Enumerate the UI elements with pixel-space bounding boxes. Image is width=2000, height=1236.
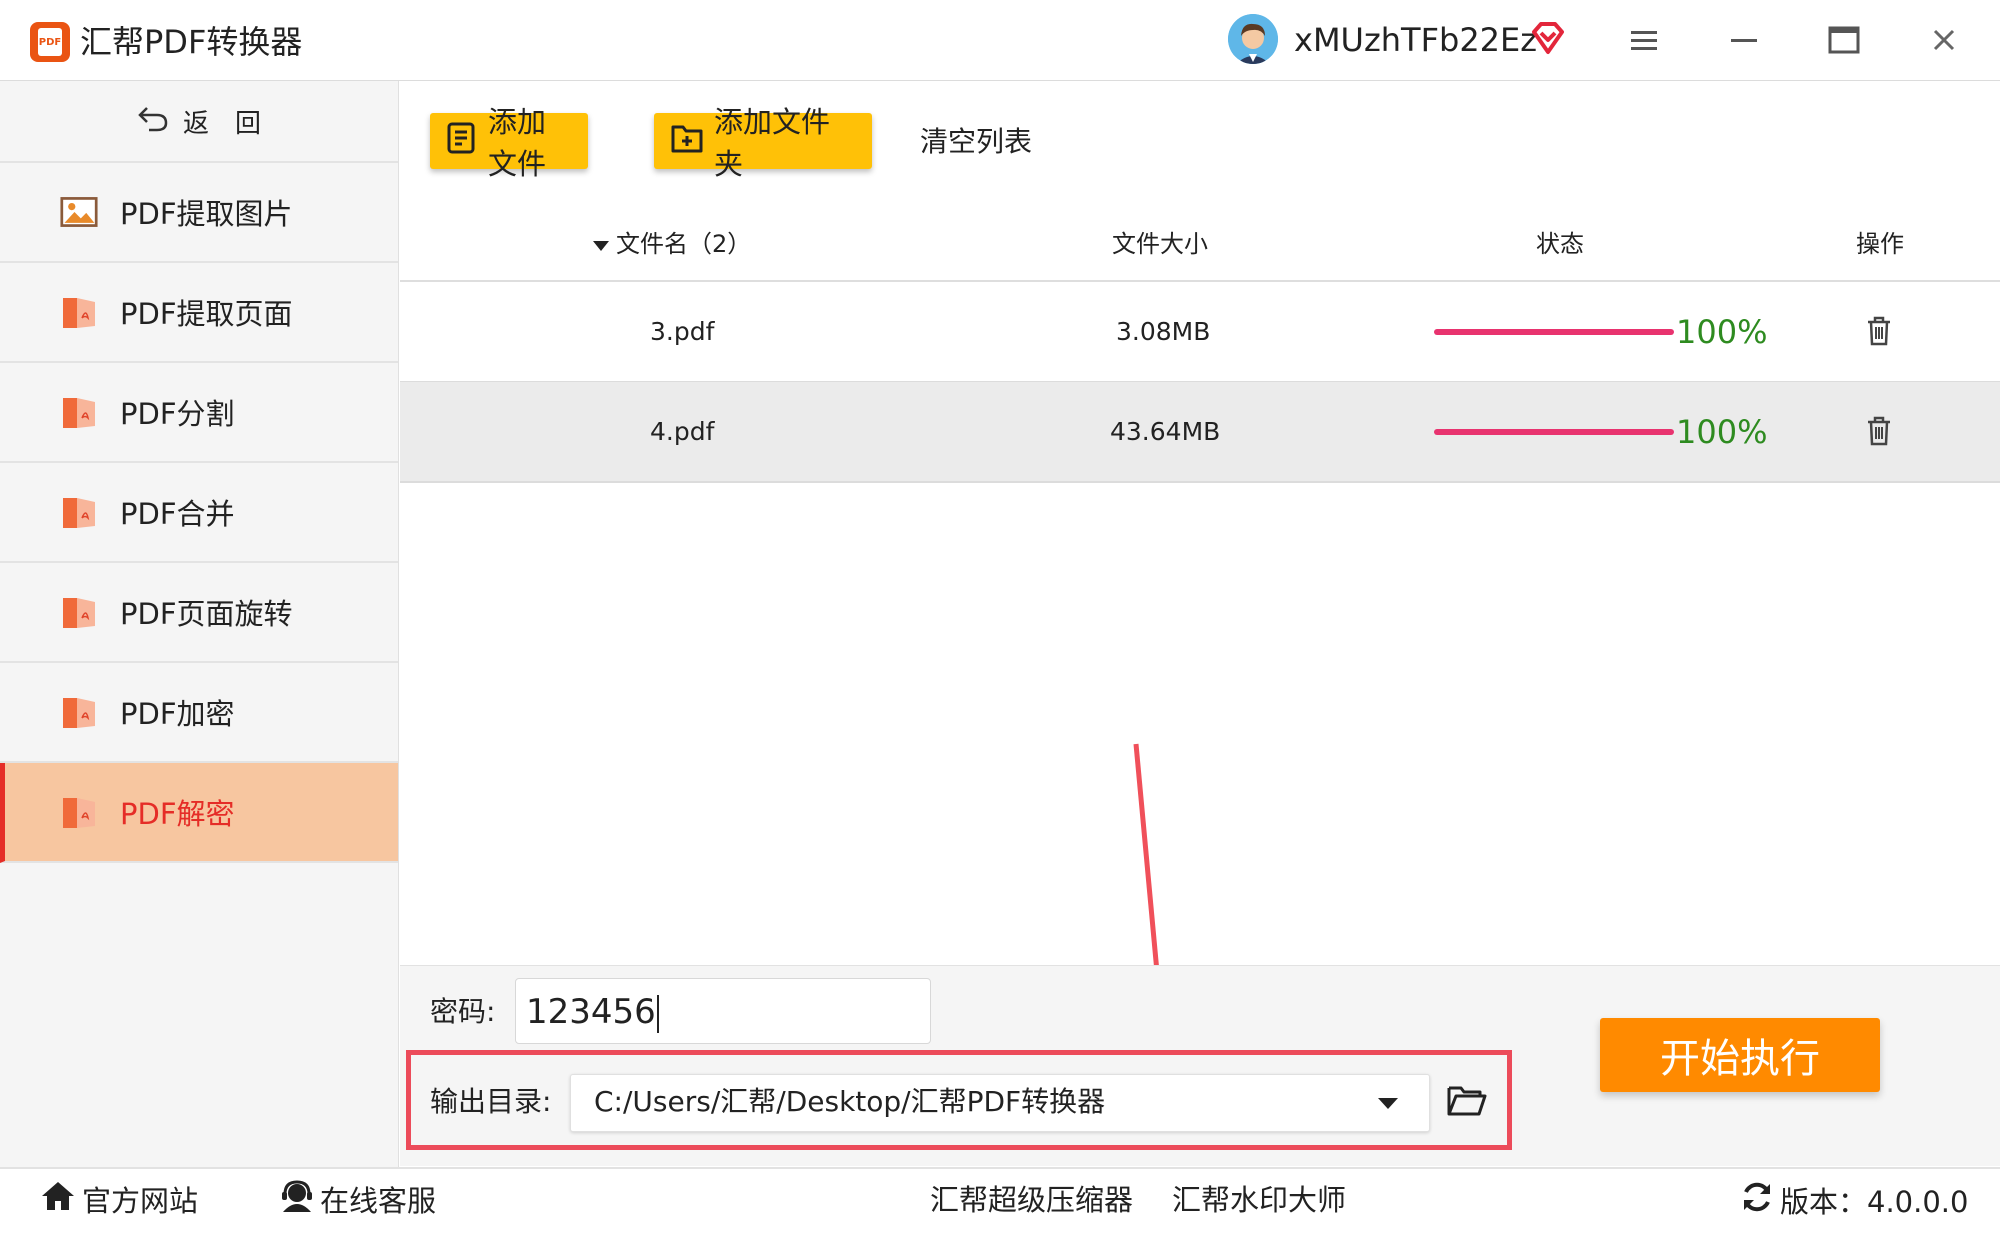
password-value: 123456 — [526, 992, 656, 1032]
progress-bar — [1434, 429, 1674, 435]
sidebar-item-label: PDF加密 — [120, 697, 235, 731]
add-folder-icon — [670, 122, 704, 161]
column-header-size: 文件大小 — [1112, 230, 1208, 258]
sidebar-item-label: PDF分割 — [120, 397, 235, 431]
progress-text: 100% — [1676, 313, 1768, 351]
official-website-link[interactable]: 官方网站 — [40, 1180, 198, 1222]
pdf-book-icon — [60, 593, 98, 631]
progress-bar — [1434, 329, 1674, 335]
version-info[interactable]: 版本：4.0.0.0 — [1740, 1180, 1968, 1224]
sidebar-item-label: PDF合并 — [120, 497, 235, 531]
refresh-icon — [1740, 1180, 1774, 1224]
online-support-label: 在线客服 — [320, 1184, 437, 1218]
file-size: 3.08MB — [1116, 317, 1211, 346]
output-dir-label: 输出目录: — [430, 1085, 552, 1118]
pdf-book-icon — [60, 693, 98, 731]
image-icon — [60, 193, 98, 231]
add-file-label: 添加文件 — [488, 105, 547, 181]
sidebar-item-pdf-merge[interactable]: PDF合并 — [0, 463, 398, 563]
sidebar-item-pdf-decrypt[interactable]: PDF解密 — [0, 763, 398, 863]
pdf-book-icon — [60, 293, 98, 331]
support-headset-icon — [280, 1180, 314, 1222]
sidebar-item-label: PDF解密 — [120, 797, 235, 831]
clear-list-button[interactable]: 清空列表 — [920, 122, 1032, 162]
pdf-book-icon — [60, 393, 98, 431]
menu-icon[interactable] — [1624, 20, 1664, 60]
official-website-label: 官方网站 — [82, 1184, 199, 1218]
sidebar-item-pdf-extract-images[interactable]: PDF提取图片 — [0, 163, 398, 263]
pdf-book-icon — [60, 493, 98, 531]
column-header-status: 状态 — [1536, 230, 1584, 258]
version-label: 版本：4.0.0.0 — [1780, 1185, 1969, 1219]
file-name: 3.pdf — [650, 317, 715, 346]
file-size: 43.64MB — [1110, 417, 1221, 446]
add-folder-button[interactable]: 添加文件夹 — [654, 105, 872, 181]
column-header-action: 操作 — [1856, 230, 1904, 258]
sort-down-icon — [592, 224, 610, 264]
add-file-icon — [446, 121, 478, 162]
add-file-button[interactable]: 添加文件 — [430, 105, 588, 181]
sidebar-item-pdf-rotate[interactable]: PDF页面旋转 — [0, 563, 398, 663]
sidebar-item-label: PDF页面旋转 — [120, 597, 293, 631]
home-icon — [40, 1180, 76, 1222]
sidebar-item-pdf-encrypt[interactable]: PDF加密 — [0, 663, 398, 763]
password-label: 密码: — [430, 995, 496, 1028]
username[interactable]: xMUzhTFb22Ez — [1294, 20, 1537, 60]
sidebar-item-pdf-split[interactable]: PDF分割 — [0, 363, 398, 463]
output-dir-path: C:/Users/汇帮/Desktop/汇帮PDF转换器 — [594, 1085, 1106, 1118]
column-header-name[interactable]: 文件名（2） — [592, 224, 751, 264]
file-name: 4.pdf — [650, 417, 715, 446]
vip-diamond-icon[interactable] — [1530, 20, 1566, 56]
delete-icon[interactable] — [1866, 316, 1892, 350]
sidebar-item-pdf-extract-pages[interactable]: PDF提取页面 — [0, 263, 398, 363]
back-button[interactable]: 返 回 — [0, 81, 398, 164]
compressor-link[interactable]: 汇帮超级压缩器 — [930, 1180, 1133, 1220]
minimize-icon[interactable] — [1724, 20, 1764, 60]
sidebar-item-label: PDF提取图片 — [120, 197, 293, 231]
progress-text: 100% — [1676, 413, 1768, 451]
app-logo-icon: PDF — [30, 22, 70, 62]
dropdown-arrow-icon[interactable] — [1378, 1098, 1398, 1109]
text-cursor — [656, 994, 659, 1033]
close-icon[interactable] — [1924, 20, 1964, 60]
app-title: 汇帮PDF转换器 — [80, 23, 303, 61]
start-button[interactable]: 开始执行 — [1600, 1018, 1880, 1092]
column-header-name-label: 文件名（2） — [616, 230, 752, 258]
password-input[interactable]: 123456 — [515, 978, 931, 1044]
add-folder-label: 添加文件夹 — [714, 105, 831, 181]
back-arrow-icon — [137, 104, 169, 139]
user-avatar[interactable] — [1228, 14, 1278, 64]
pdf-book-icon — [60, 793, 98, 831]
watermark-link[interactable]: 汇帮水印大师 — [1172, 1180, 1346, 1220]
maximize-icon[interactable] — [1824, 20, 1864, 60]
online-support-link[interactable]: 在线客服 — [280, 1180, 436, 1222]
open-folder-icon[interactable] — [1446, 1082, 1488, 1122]
app-logo-text: PDF — [38, 28, 62, 56]
back-label: 返 回 — [182, 108, 261, 139]
sidebar-item-label: PDF提取页面 — [120, 297, 293, 331]
delete-icon[interactable] — [1866, 416, 1892, 450]
